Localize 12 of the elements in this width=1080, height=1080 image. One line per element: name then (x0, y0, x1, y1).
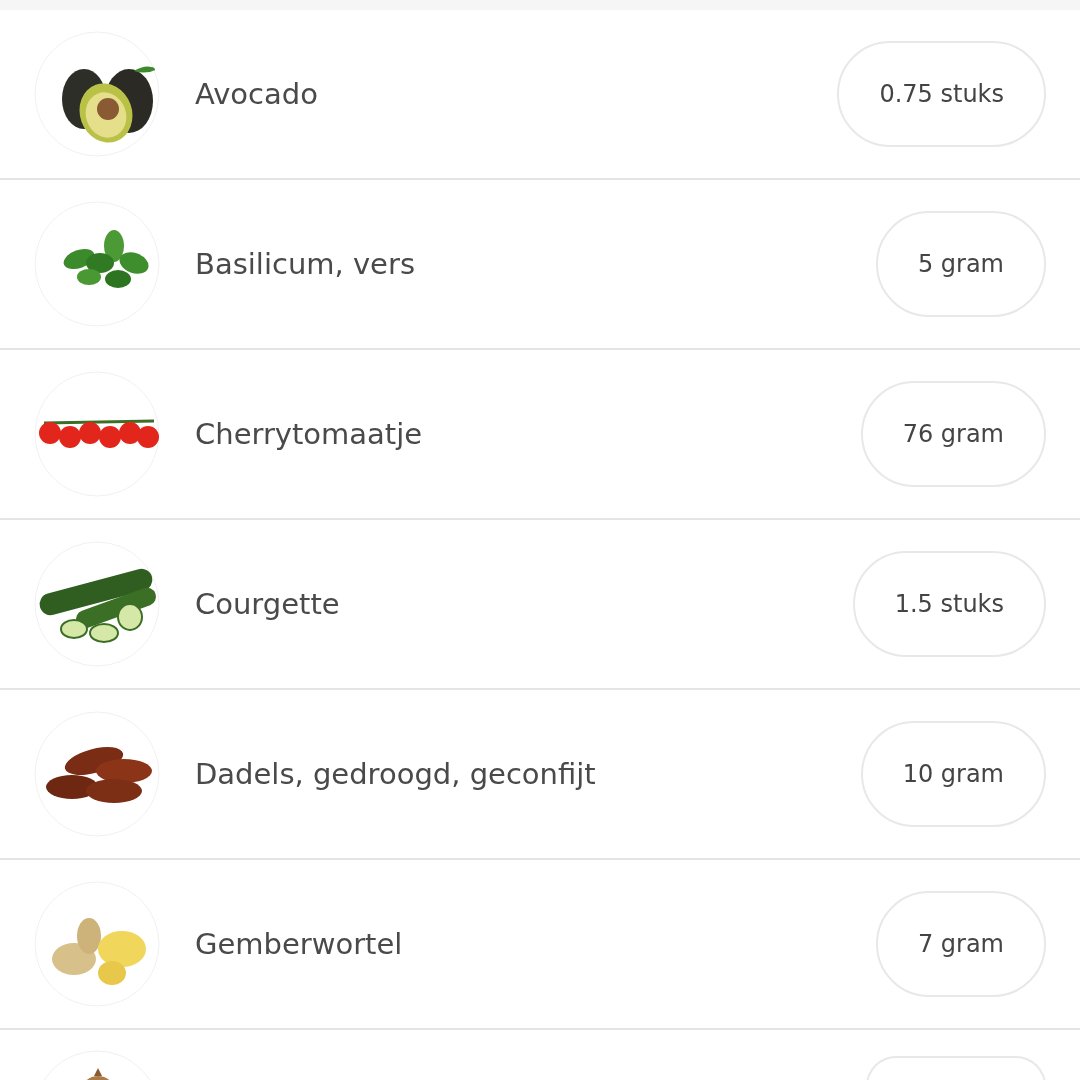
amount-pill[interactable]: 0.75 stuks (837, 41, 1046, 147)
amount-pill[interactable]: 76 gram (860, 381, 1046, 487)
amount-pill[interactable]: 1.5 stuks (852, 551, 1046, 657)
amount-pill[interactable]: 10 gram (860, 721, 1046, 827)
ingredient-name: Gemberwortel (195, 927, 404, 961)
ingredient-name: Avocado (195, 77, 319, 111)
ingredient-name: Basilicum, vers (195, 247, 416, 281)
ingredient-name: Cherrytomaatje (195, 417, 424, 451)
amount-pill[interactable]: 7 gram (875, 891, 1046, 997)
amount-pill[interactable]: 5 gram (875, 211, 1046, 317)
ingredient-name: Courgette (195, 587, 341, 621)
ingredient-name: Dadels, gedroogd, geconfijt (195, 757, 597, 791)
